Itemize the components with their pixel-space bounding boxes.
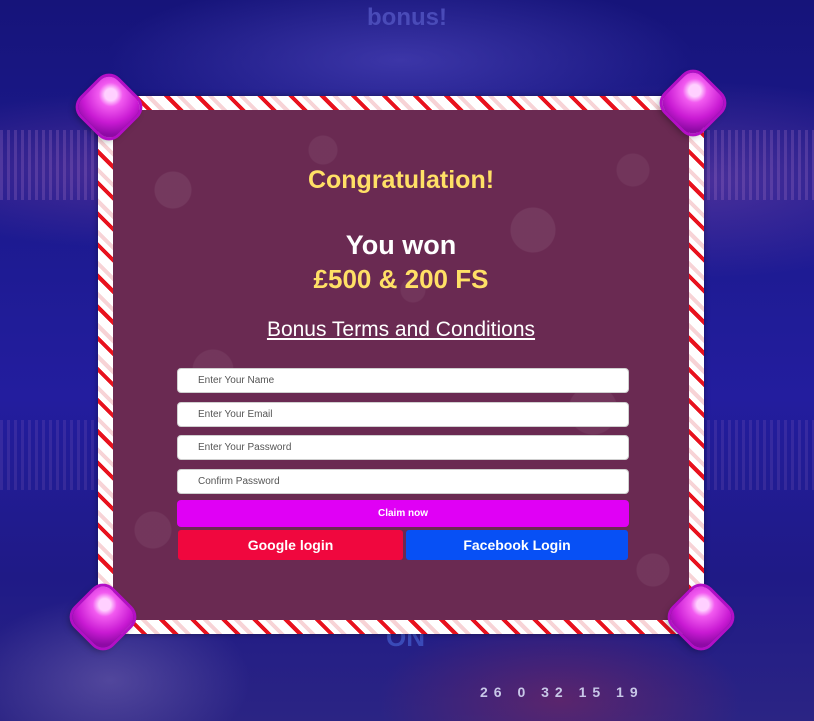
you-won-label: You won bbox=[345, 230, 457, 260]
background-roulette-numbers: 26 0 32 15 19 bbox=[480, 684, 644, 700]
congratulation-title: Congratulation! bbox=[307, 166, 495, 194]
facebook-login-button[interactable]: Facebook Login bbox=[406, 530, 628, 560]
background-headline: bonus! bbox=[367, 4, 447, 31]
claim-now-button[interactable]: Claim now bbox=[177, 500, 629, 527]
google-login-button[interactable]: Google login bbox=[178, 530, 403, 560]
password-input[interactable] bbox=[177, 435, 629, 460]
name-input[interactable] bbox=[177, 368, 629, 393]
prize-amount: £500 & 200 FS bbox=[313, 264, 489, 294]
bonus-terms-link[interactable]: Bonus Terms and Conditions bbox=[113, 318, 689, 342]
email-input[interactable] bbox=[177, 402, 629, 427]
confirm-password-input[interactable] bbox=[177, 469, 629, 494]
